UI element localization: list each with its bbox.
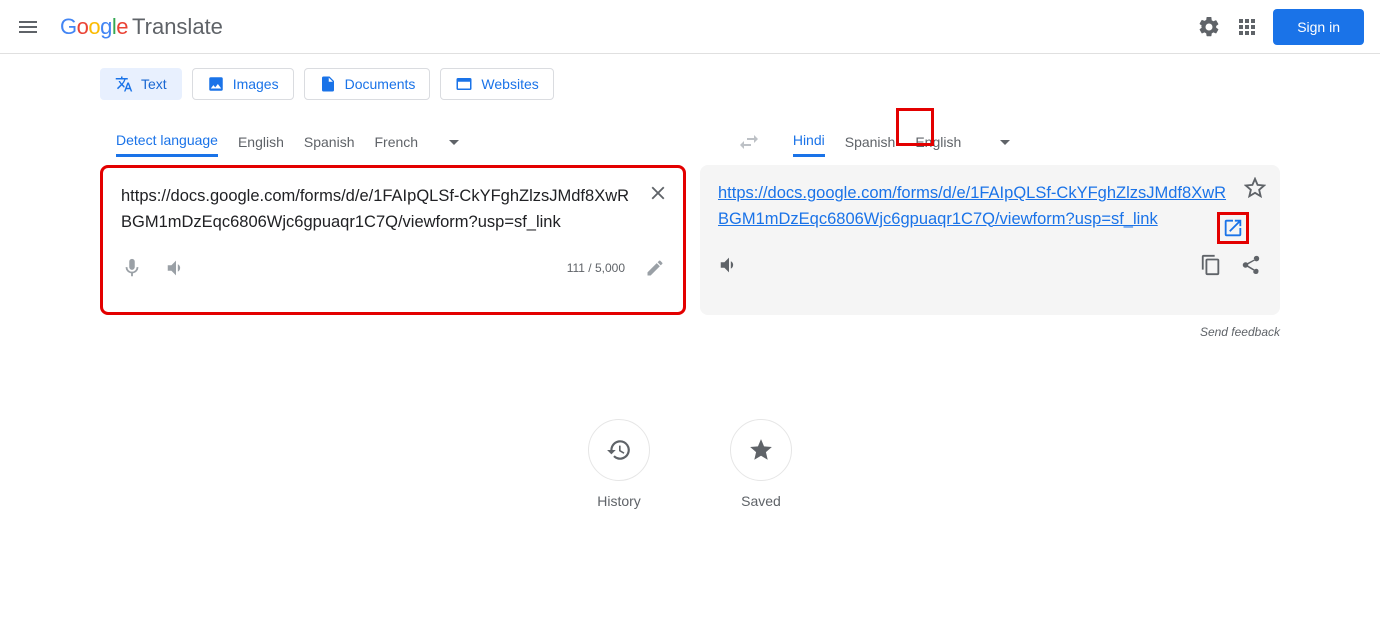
target-box: https://docs.google.com/forms/d/e/1FAIpQ… — [700, 165, 1280, 315]
lang-detect[interactable]: Detect language — [116, 126, 218, 157]
language-row: Detect language English Spanish French H… — [100, 118, 1280, 165]
gear-icon[interactable] — [1197, 15, 1221, 39]
mode-tabs: Text Images Documents Websites — [100, 68, 1280, 100]
lang-french[interactable]: French — [374, 128, 418, 156]
apps-icon[interactable] — [1235, 15, 1259, 39]
tab-images[interactable]: Images — [192, 68, 294, 100]
saved-button[interactable]: Saved — [730, 419, 792, 509]
logo[interactable]: Google Translate — [60, 14, 223, 40]
open-link-button[interactable] — [1222, 217, 1244, 239]
lang-spanish-t[interactable]: Spanish — [845, 128, 896, 156]
website-icon — [455, 75, 473, 93]
lang-spanish[interactable]: Spanish — [304, 128, 355, 156]
speaker-icon[interactable] — [718, 254, 740, 276]
star-filled-icon — [748, 437, 774, 463]
lang-english-t[interactable]: English — [915, 128, 961, 156]
lang-hindi[interactable]: Hindi — [793, 126, 825, 157]
top-bar: Google Translate Sign in — [0, 0, 1380, 54]
target-text: https://docs.google.com/forms/d/e/1FAIpQ… — [718, 181, 1262, 232]
speaker-icon[interactable] — [165, 257, 187, 279]
star-icon[interactable] — [1244, 177, 1266, 199]
char-count: 111 / 5,000 — [567, 261, 625, 275]
chevron-down-icon[interactable] — [442, 130, 466, 154]
bottom-actions: History Saved — [100, 419, 1280, 509]
tab-text[interactable]: Text — [100, 68, 182, 100]
main: Text Images Documents Websites Detect la… — [0, 54, 1380, 509]
target-footer — [718, 254, 1262, 276]
source-footer: 111 / 5,000 — [121, 257, 665, 279]
history-button[interactable]: History — [588, 419, 650, 509]
target-lang-list: Hindi Spanish English — [769, 118, 1033, 165]
tab-websites[interactable]: Websites — [440, 68, 553, 100]
saved-label: Saved — [730, 493, 792, 509]
mic-icon[interactable] — [121, 257, 143, 279]
document-icon — [319, 75, 337, 93]
history-icon — [606, 437, 632, 463]
source-lang-list: Detect language English Spanish French — [100, 118, 482, 165]
swap-icon[interactable] — [737, 130, 761, 154]
tab-text-label: Text — [141, 76, 167, 92]
app-title: Translate — [132, 14, 223, 40]
tab-documents[interactable]: Documents — [304, 68, 431, 100]
source-text[interactable]: https://docs.google.com/forms/d/e/1FAIpQ… — [121, 184, 665, 235]
menu-icon[interactable] — [16, 15, 40, 39]
source-box: https://docs.google.com/forms/d/e/1FAIpQ… — [100, 165, 686, 315]
image-icon — [207, 75, 225, 93]
close-icon[interactable] — [647, 182, 669, 204]
translate-icon — [115, 75, 133, 93]
tab-images-label: Images — [233, 76, 279, 92]
tab-documents-label: Documents — [345, 76, 416, 92]
edit-icon[interactable] — [645, 258, 665, 278]
history-label: History — [588, 493, 650, 509]
translate-boxes: https://docs.google.com/forms/d/e/1FAIpQ… — [100, 165, 1280, 315]
send-feedback[interactable]: Send feedback — [100, 325, 1280, 339]
copy-icon[interactable] — [1200, 254, 1222, 276]
chevron-down-icon[interactable] — [993, 130, 1017, 154]
target-link[interactable]: https://docs.google.com/forms/d/e/1FAIpQ… — [718, 184, 1226, 228]
share-icon[interactable] — [1240, 254, 1262, 276]
tab-websites-label: Websites — [481, 76, 538, 92]
signin-button[interactable]: Sign in — [1273, 9, 1364, 45]
lang-english[interactable]: English — [238, 128, 284, 156]
